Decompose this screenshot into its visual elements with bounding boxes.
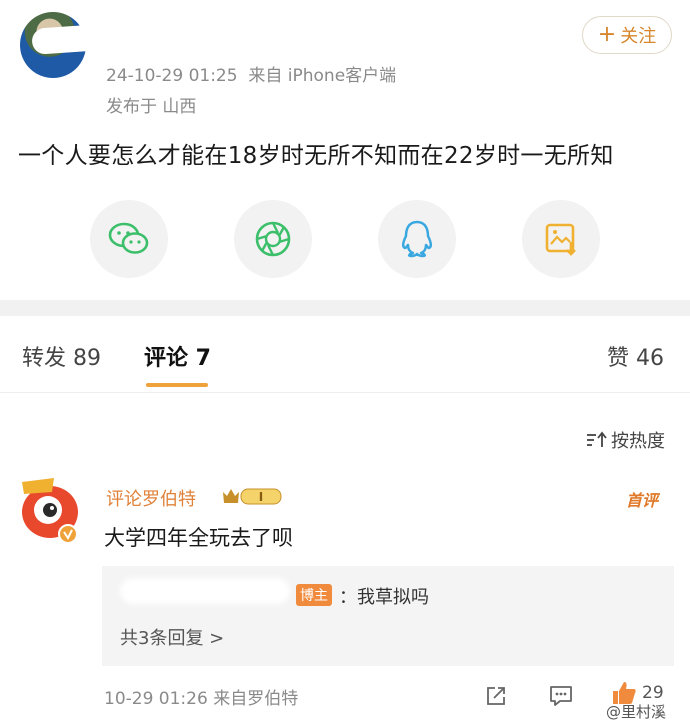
first-comment-badge: 首评 (626, 491, 659, 510)
comment-icon (550, 686, 572, 706)
like-count: 29 (642, 683, 664, 703)
sort-icon (587, 431, 607, 447)
redacted-username (31, 23, 117, 55)
moments-icon (255, 221, 291, 257)
post-location: 发布于 山西 (106, 97, 197, 117)
wechat-icon (108, 222, 149, 254)
post-meta-time: 24-10-29 01:25 来自 iPhone客户端 (106, 61, 396, 86)
share-comment-button[interactable] (484, 684, 508, 712)
share-moments-button[interactable] (234, 200, 312, 278)
sort-by-hot-button[interactable]: 按热度 (585, 427, 665, 453)
section-divider (0, 300, 690, 316)
commenter-name[interactable]: 评论罗伯特 (106, 485, 196, 511)
reply-text: ：我草拟吗 (339, 587, 429, 608)
post-time: 24-10-29 01:25 (106, 66, 238, 86)
save-image-icon (545, 223, 576, 256)
tab-repost[interactable]: 转发 89 (22, 340, 101, 372)
blogger-tag: 博主 (296, 584, 332, 606)
comment-footer: 10-29 01:26 来自罗伯特 (104, 689, 299, 709)
watermark: @里村溪 (606, 703, 667, 721)
badge-level: I (259, 490, 263, 504)
share-qq-button[interactable] (378, 200, 456, 278)
commenter-avatar[interactable] (14, 470, 84, 546)
save-image-button[interactable] (522, 200, 600, 278)
tab-comments[interactable]: 评论 7 (144, 340, 211, 372)
comment-text: 大学四年全玩去了呗 (104, 526, 293, 550)
post-source: 来自 iPhone客户端 (248, 66, 397, 86)
plus-icon: + (597, 22, 617, 47)
post-text: 一个人要怎么才能在18岁时无所不知而在22岁时一无所知 (18, 143, 614, 169)
member-badge: I (221, 486, 283, 506)
qq-icon (401, 220, 433, 258)
sort-label: 按热度 (611, 431, 665, 452)
tab-likes[interactable]: 赞 46 (607, 340, 664, 372)
reply-comment-button[interactable] (548, 684, 574, 712)
view-replies-link[interactable]: 共3条回复 > (120, 624, 224, 650)
share-icon (487, 687, 505, 705)
follow-button[interactable]: + 关注 (582, 16, 672, 54)
active-tab-indicator (146, 383, 208, 387)
follow-label: 关注 (620, 26, 657, 47)
redacted-reply-author (120, 578, 290, 604)
tabs-divider (0, 392, 690, 393)
share-wechat-button[interactable] (90, 200, 168, 278)
